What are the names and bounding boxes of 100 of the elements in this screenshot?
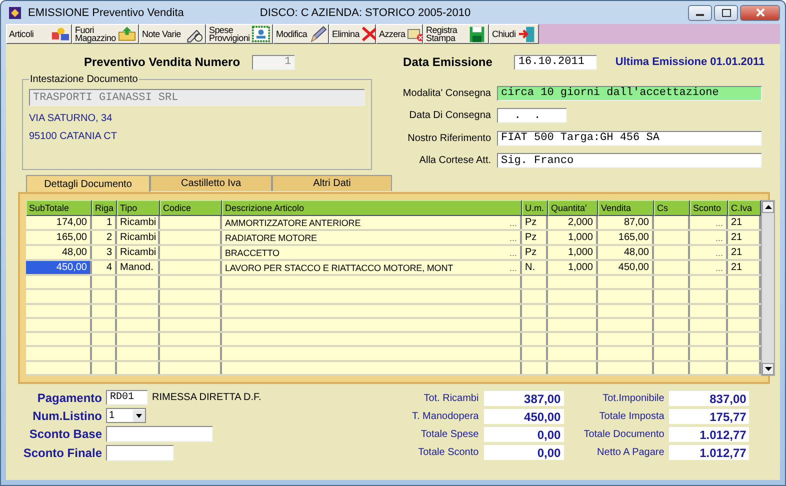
total-value: 1.012,77 <box>669 445 750 460</box>
ellipsis-button[interactable]: ... <box>509 218 517 228</box>
scroll-up-icon[interactable] <box>764 205 772 209</box>
payment-code-field[interactable]: RD01 <box>106 390 148 405</box>
column-header[interactable]: U.m. <box>522 200 548 216</box>
ellipsis-button[interactable]: ... <box>509 232 517 242</box>
toolbar-button[interactable]: Modifica <box>273 24 329 44</box>
table-cell: Pz <box>522 246 548 259</box>
tab[interactable]: Castilletto Iva <box>150 175 272 191</box>
text-field[interactable]: . . <box>497 108 567 124</box>
last-emission: Ultima Emissione 01.01.2011 <box>615 56 765 68</box>
address-line: 95100 CATANIA CT <box>29 131 118 142</box>
field-label: Alla Cortese Att. <box>418 155 491 166</box>
total-value: 837,00 <box>669 390 750 406</box>
final-discount-label: Sconto Finale <box>22 446 102 460</box>
shapes-icon <box>50 25 70 43</box>
table-cell: 48,00 <box>598 246 654 259</box>
text-field[interactable]: Sig. Franco <box>497 153 762 168</box>
total-label: T. Manodopera <box>412 410 479 422</box>
toolbar-button[interactable]: Spese Provvigioni <box>206 24 273 44</box>
group-title: Intestazione Documento <box>29 74 139 85</box>
table-cell: 3 <box>92 246 117 259</box>
toolbar-button[interactable]: Articoli <box>6 24 72 44</box>
app-icon <box>8 6 22 20</box>
total-label: Totale Spese <box>420 429 479 440</box>
column-header[interactable]: Cs <box>654 200 690 216</box>
total-value: 1.012,77 <box>669 427 750 442</box>
toolbar-button[interactable]: Note Varie <box>139 24 206 44</box>
table-cell: Manod. <box>117 261 160 274</box>
column-header[interactable]: Descrizione Articolo <box>222 200 522 216</box>
portrait-icon <box>251 25 271 43</box>
scrollbar[interactable] <box>761 200 775 376</box>
pencil-icon <box>308 25 328 43</box>
ellipsis-button[interactable]: ... <box>715 248 723 258</box>
column-header[interactable]: C.Iva <box>728 200 761 216</box>
column-header[interactable]: Riga <box>92 200 117 216</box>
price-list-dropdown[interactable]: 1 <box>106 408 146 423</box>
table-cell: 1,000 <box>548 261 598 274</box>
minimize-button[interactable] <box>688 4 712 20</box>
number-label: Preventivo Vendita Numero <box>84 55 240 69</box>
table-cell: N. <box>522 261 548 274</box>
table-cell: 450,00 <box>598 261 654 274</box>
close-icon <box>756 8 764 17</box>
exit-door-icon <box>517 25 537 43</box>
base-discount-field[interactable] <box>106 426 213 442</box>
table-cell: Ricambi <box>117 231 160 244</box>
total-value: 387,00 <box>484 390 564 406</box>
tab[interactable]: Altri Dati <box>272 175 392 191</box>
total-label: Totale Imposta <box>598 410 664 422</box>
base-discount-label: Sconto Base <box>28 427 102 441</box>
total-value: 175,77 <box>669 408 750 424</box>
column-header[interactable]: SubTotale <box>26 200 92 216</box>
toolbar-button[interactable]: Elimina <box>329 24 376 44</box>
scroll-down-icon[interactable] <box>764 367 772 371</box>
ellipsis-button[interactable]: ... <box>715 262 723 272</box>
price-list-label: Num.Listino <box>32 408 102 422</box>
ellipsis-button[interactable]: ... <box>509 248 517 258</box>
total-value: 0,00 <box>484 445 564 460</box>
toolbar-button[interactable]: Registra Stampa <box>423 24 489 44</box>
final-discount-field[interactable] <box>106 445 174 461</box>
total-value: 450,00 <box>484 408 564 424</box>
toolbar-button[interactable]: Chiudi <box>489 24 539 44</box>
table-cell: 4 <box>92 261 117 274</box>
column-header[interactable]: Quantita' <box>548 200 598 216</box>
table-cell: Pz <box>522 231 548 244</box>
total-label: Totale Sconto <box>417 447 479 458</box>
column-header[interactable]: Codice <box>160 200 222 216</box>
field-label: Data Di Consegna <box>408 110 491 122</box>
column-header[interactable]: Vendita <box>598 200 654 216</box>
payment-label: Pagamento <box>36 390 102 404</box>
ellipsis-button[interactable]: ... <box>715 218 723 228</box>
payment-description: RIMESSA DIRETTA D.F. <box>152 392 262 403</box>
maximize-icon <box>722 8 730 16</box>
column-header[interactable]: Tipo <box>117 200 160 216</box>
total-label: Totale Documento <box>584 429 664 440</box>
column-header[interactable]: Sconto <box>690 200 728 216</box>
ellipsis-button[interactable]: ... <box>509 262 517 272</box>
maximize-button[interactable] <box>714 4 738 20</box>
window-title: EMISSIONE Preventivo Vendita <box>28 6 184 18</box>
table-cell: 2,000 <box>548 216 598 229</box>
text-field[interactable]: circa 10 giorni dall'accettazione <box>497 86 762 101</box>
table-cell: Pz <box>522 216 548 229</box>
text-field[interactable]: FIAT 500 Targa:GH 456 SA <box>497 130 762 146</box>
total-label: Netto A Pagare <box>596 447 664 458</box>
close-button[interactable] <box>740 4 780 20</box>
date-field[interactable]: 16.10.2011 <box>514 54 598 70</box>
tab[interactable]: Dettagli Documento <box>26 175 150 192</box>
toolbar-button[interactable]: Fuori Magazzino <box>72 24 139 44</box>
toolbar-button[interactable]: Azzera <box>376 24 423 44</box>
table-cell: 1,000 <box>548 246 598 259</box>
window-subtitle: DISCO: C AZIENDA: STORICO 2005-2010 <box>260 6 471 18</box>
table-cell: 165,00 <box>26 231 92 244</box>
table-cell-text: AMMORTIZZATORE ANTERIORE <box>225 218 362 228</box>
table-cell: 2 <box>92 231 117 244</box>
customer-name-field[interactable]: TRASPORTI GIANASSI SRL <box>29 89 365 106</box>
ellipsis-button[interactable]: ... <box>715 232 723 242</box>
table-cell: Ricambi <box>117 216 160 229</box>
total-label: Tot. Ricambi <box>422 392 479 404</box>
table-cell: 1 <box>92 216 117 229</box>
table-cell: 450,00 <box>26 261 92 274</box>
